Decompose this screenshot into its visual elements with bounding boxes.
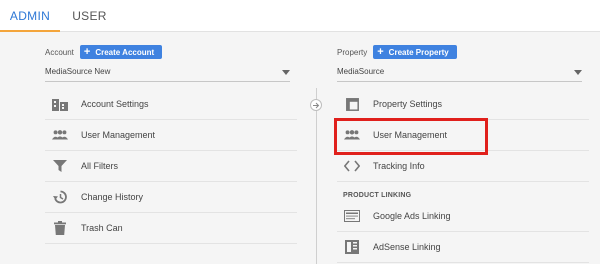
trash-icon [52,220,68,236]
trash-can-item[interactable]: Trash Can [45,213,297,244]
admin-content: Account + Create Account MediaSource New… [0,32,600,264]
create-account-button[interactable]: + Create Account [79,45,163,59]
create-property-button[interactable]: + Create Property [373,45,457,59]
account-selector[interactable]: MediaSource New [45,65,290,82]
trash-can-label: Trash Can [81,223,123,233]
admin-tab-bar: ADMIN USER [0,0,600,32]
property-settings-icon [344,96,360,112]
account-label: Account [45,47,74,57]
account-user-management-label: User Management [81,130,156,140]
property-selector[interactable]: MediaSource [337,65,582,82]
google-ads-linking-item[interactable]: Google Ads Linking [337,201,589,232]
property-label: Property [337,47,368,57]
google-ads-linking-label: Google Ads Linking [373,211,451,221]
create-property-label: Create Property [388,47,449,57]
create-account-label: Create Account [95,47,155,57]
account-user-management-item[interactable]: User Management [45,120,297,151]
chevron-down-icon [574,70,582,75]
tab-user[interactable]: USER [62,0,117,32]
property-selected-value: MediaSource [337,67,385,76]
adsense-linking-label: AdSense Linking [373,242,441,252]
tab-admin[interactable]: ADMIN [0,0,60,32]
account-settings-label: Account Settings [81,99,149,109]
arrow-right-icon [310,99,322,111]
users-icon [52,127,68,143]
all-filters-label: All Filters [81,161,119,171]
ads-icon [344,208,360,224]
chevron-down-icon [282,70,290,75]
account-settings-item[interactable]: Account Settings [45,89,297,120]
tracking-info-label: Tracking Info [373,161,425,171]
property-settings-item[interactable]: Property Settings [337,89,589,120]
account-selected-value: MediaSource New [45,67,111,76]
filter-icon [52,158,68,174]
plus-icon: + [377,46,384,58]
property-header: Property + Create Property [337,44,457,60]
change-history-item[interactable]: Change History [45,182,297,213]
column-divider [316,88,317,264]
plus-icon: + [83,46,91,58]
property-settings-label: Property Settings [373,99,443,109]
users-icon [344,127,360,143]
change-history-label: Change History [81,192,144,202]
adsense-linking-item[interactable]: AdSense Linking [337,232,589,263]
building-icon [52,96,68,112]
all-filters-item[interactable]: All Filters [45,151,297,182]
property-user-management-label: User Management [373,130,448,140]
history-icon [52,189,68,205]
product-linking-heading: PRODUCT LINKING [343,192,412,199]
code-icon [344,158,360,174]
adsense-icon [344,239,360,255]
property-user-management-item[interactable]: User Management [337,120,589,151]
account-header: Account + Create Account [45,44,163,60]
tracking-info-item[interactable]: Tracking Info [337,151,589,182]
